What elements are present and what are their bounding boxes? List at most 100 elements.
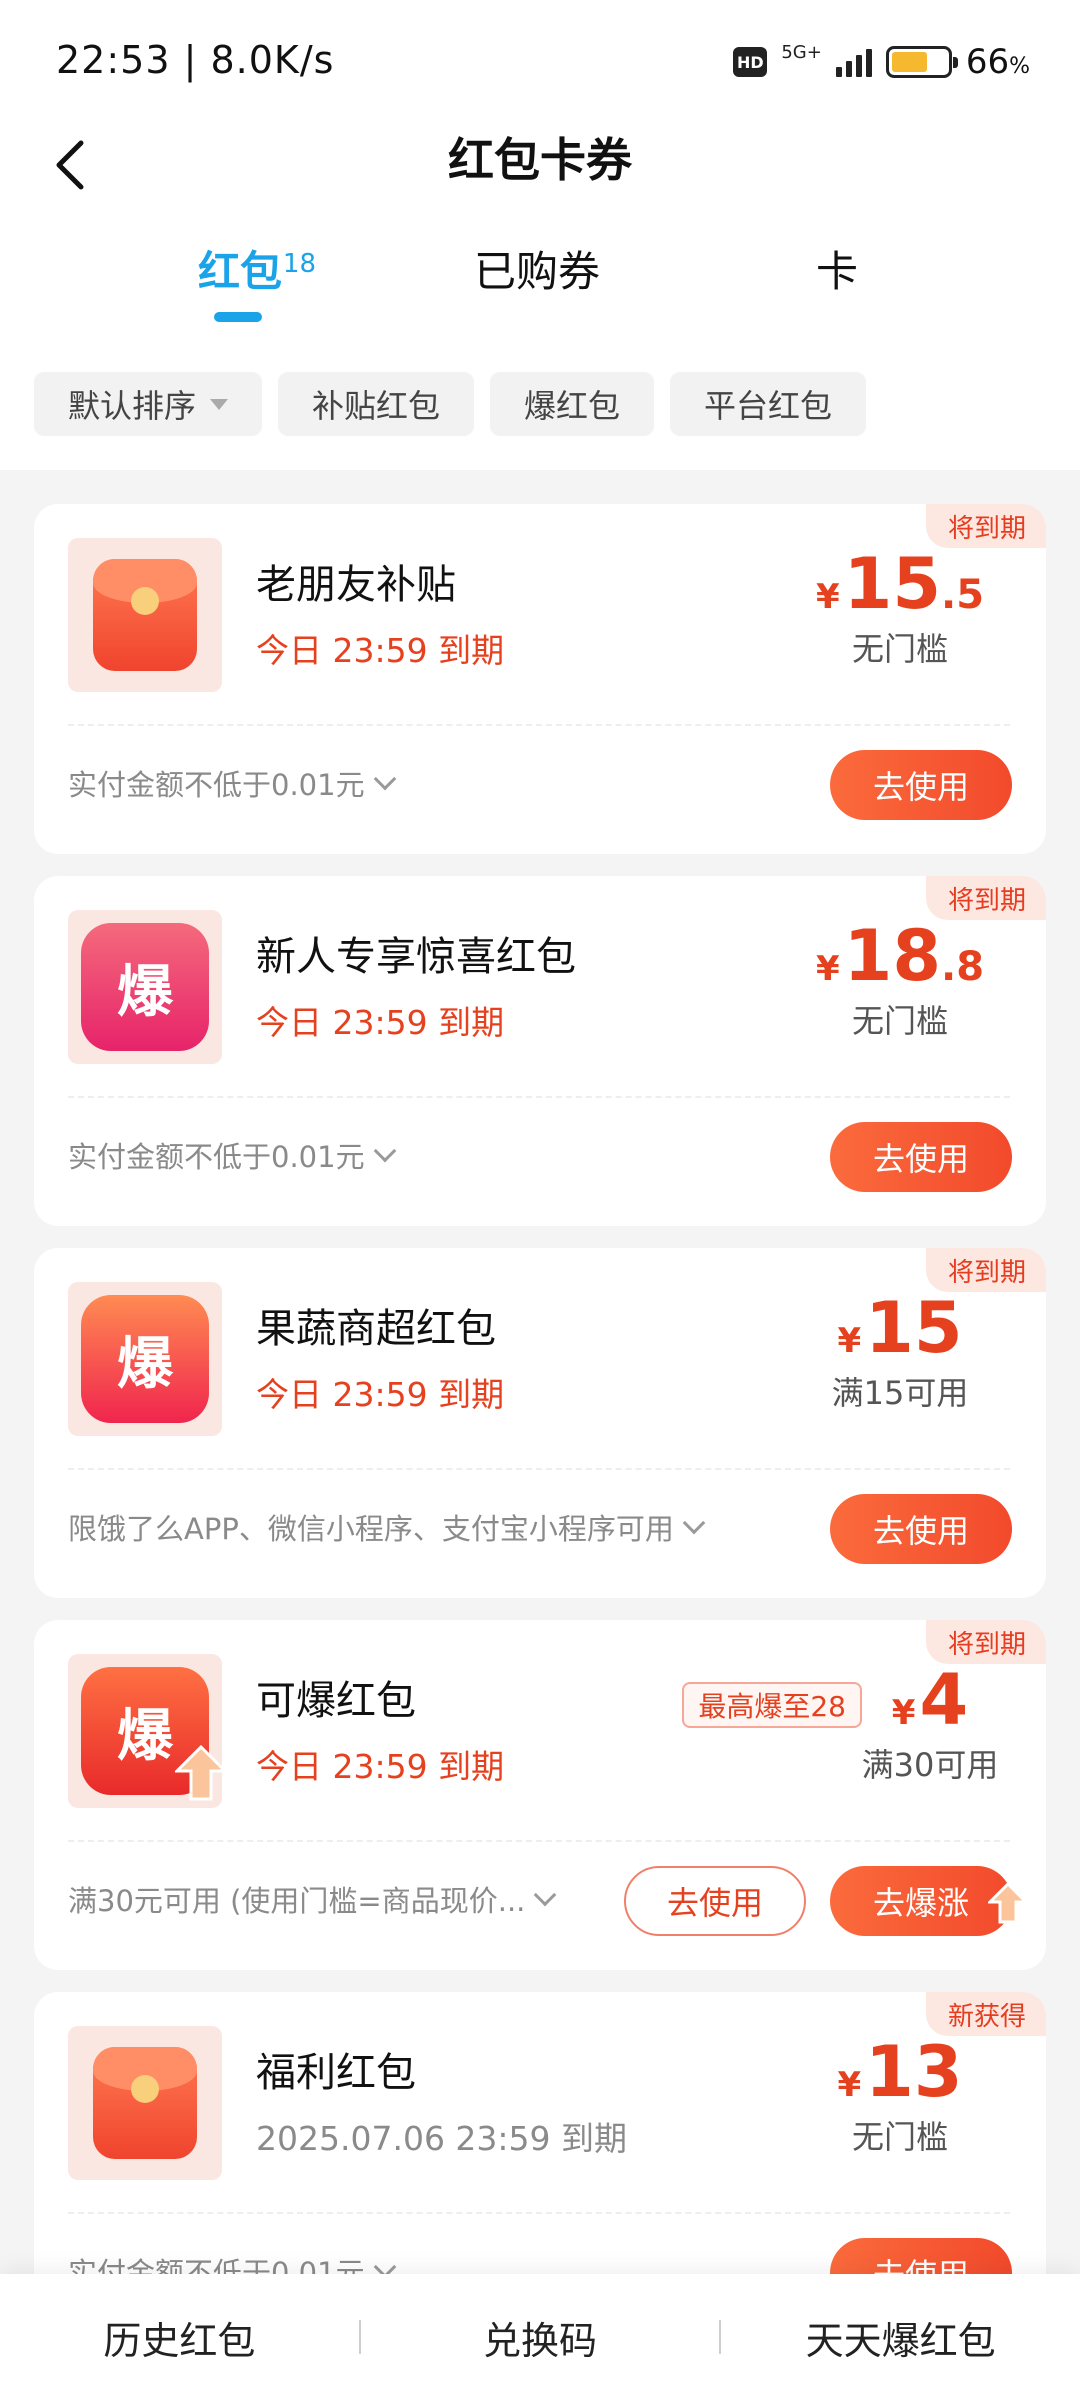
coupon-expiry: 今日 23:59 到期 xyxy=(256,631,505,670)
coupon-amount: ¥13 无门槛 xyxy=(790,2032,1010,2158)
history-coupons-button[interactable]: 历史红包 xyxy=(0,2310,359,2365)
coupon-note[interactable]: 满30元可用 (使用门槛=商品现价... xyxy=(68,1878,557,1920)
use-button[interactable]: 去使用 xyxy=(830,750,1012,820)
bao-icon: 爆 xyxy=(81,1295,209,1423)
coupon-amount: ¥4 满30可用 xyxy=(850,1660,1010,1786)
coupon-note[interactable]: 实付金额不低于0.01元 xyxy=(68,762,396,804)
card-divider xyxy=(68,1840,1010,1842)
battery-percent: 66% xyxy=(965,42,1030,82)
note-text: 实付金额不低于0.01元 xyxy=(68,768,365,802)
tab-label: 已购券 xyxy=(474,247,601,296)
filter-platform[interactable]: 平台红包 xyxy=(670,372,867,436)
coupon-card: 将到期 爆 果蔬商超红包 今日 23:59 到期 ¥15 满15可用 限饿了么A… xyxy=(34,1248,1046,1598)
chip-label: 爆红包 xyxy=(524,387,621,425)
daily-bao-button[interactable]: 天天爆红包 xyxy=(721,2310,1080,2365)
amount-integer: 13 xyxy=(865,2031,963,2113)
hd-icon: HD xyxy=(733,47,768,77)
filter-sort[interactable]: 默认排序 xyxy=(34,372,263,436)
coupon-amount: ¥15.5 无门槛 xyxy=(790,544,1010,670)
network-label: 5G+ xyxy=(781,41,822,63)
nav-bar: 红包卡券 xyxy=(0,120,1080,210)
currency-symbol: ¥ xyxy=(837,1321,862,1361)
bottom-bar: 历史红包 兑换码 天天爆红包 xyxy=(0,2274,1080,2400)
new-badge: 新获得 xyxy=(925,1992,1046,2036)
coupon-amount: ¥18.8 无门槛 xyxy=(790,916,1010,1042)
amount-integer: 15 xyxy=(843,543,942,625)
expiring-badge: 将到期 xyxy=(925,1620,1046,1664)
coupon-card: 将到期 老朋友补贴 今日 23:59 到期 ¥15.5 无门槛 实付金额不低于0… xyxy=(34,504,1046,854)
bao-boost-icon: 爆 xyxy=(81,1667,227,1801)
coupon-icon-box xyxy=(68,538,222,692)
battery-icon xyxy=(885,46,958,78)
status-bar: 22:53 | 8.0K/s HD 5G+ 66% xyxy=(0,0,1080,125)
currency-symbol: ¥ xyxy=(815,577,840,617)
redeem-code-button[interactable]: 兑换码 xyxy=(361,2310,720,2365)
up-arrow-icon xyxy=(175,1745,227,1801)
use-button[interactable]: 去使用 xyxy=(830,1122,1012,1192)
coupon-icon-box: 爆 xyxy=(68,1282,222,1436)
note-text: 限饿了么APP、微信小程序、支付宝小程序可用 xyxy=(68,1512,674,1546)
expiring-badge: 将到期 xyxy=(925,876,1046,920)
filter-bao[interactable]: 爆红包 xyxy=(490,372,655,436)
boost-label: 去爆涨 xyxy=(872,1884,969,1922)
card-divider xyxy=(68,2212,1010,2214)
top-area: 22:53 | 8.0K/s HD 5G+ 66% 红包卡券 红包 18 已购券 xyxy=(0,0,1080,470)
coupon-threshold: 满15可用 xyxy=(831,1374,969,1412)
use-button[interactable]: 去使用 xyxy=(830,1494,1012,1564)
currency-symbol: ¥ xyxy=(815,949,840,989)
boost-max-tag: 最高爆至28 xyxy=(682,1682,862,1728)
coupon-card: 将到期 爆 新人专享惊喜红包 今日 23:59 到期 ¥18.8 无门槛 实付金… xyxy=(34,876,1046,1226)
coupon-amount: ¥15 满15可用 xyxy=(790,1288,1010,1414)
chip-label: 平台红包 xyxy=(704,387,833,425)
amount-integer: 18 xyxy=(843,915,942,997)
boost-button[interactable]: 去爆涨 xyxy=(830,1866,1028,1936)
coupon-icon-box: 爆 xyxy=(68,910,222,1064)
tab-indicator xyxy=(214,312,262,322)
coupon-note[interactable]: 限饿了么APP、微信小程序、支付宝小程序可用 xyxy=(68,1506,706,1548)
coupon-name: 可爆红包 xyxy=(256,1678,416,1724)
coupon-name: 福利红包 xyxy=(256,2050,416,2096)
filter-chips: 默认排序 补贴红包 爆红包 平台红包 xyxy=(34,372,867,436)
coupon-icon-box xyxy=(68,2026,222,2180)
coupon-card: 将到期 爆 可爆红包 今日 23:59 到期 最高爆至28 ¥4 满30可用 满… xyxy=(34,1620,1046,1970)
battery-fill xyxy=(891,52,928,72)
coupon-threshold: 无门槛 xyxy=(851,630,948,668)
amount-integer: 15 xyxy=(865,1287,963,1369)
chevron-down-icon xyxy=(534,1883,557,1907)
currency-symbol: ¥ xyxy=(891,1693,916,1733)
amount-decimal: .8 xyxy=(941,944,985,990)
coupon-name: 老朋友补贴 xyxy=(256,562,456,608)
chevron-down-icon xyxy=(373,1139,396,1163)
note-text: 实付金额不低于0.01元 xyxy=(68,1140,365,1174)
coupon-threshold: 无门槛 xyxy=(851,1002,948,1040)
use-button[interactable]: 去使用 xyxy=(624,1866,806,1936)
coupon-note[interactable]: 实付金额不低于0.01元 xyxy=(68,1134,396,1176)
coupon-name: 新人专享惊喜红包 xyxy=(256,934,576,980)
tab-hongbao[interactable]: 红包 18 xyxy=(198,232,316,312)
tab-purchased-coupons[interactable]: 已购券 xyxy=(474,232,600,312)
tab-cards[interactable]: 卡 xyxy=(816,232,858,312)
currency-symbol: ¥ xyxy=(837,2065,862,2105)
coupon-expiry: 2025.07.06 23:59 到期 xyxy=(256,2119,628,2158)
amount-decimal: .5 xyxy=(941,572,985,618)
coupon-expiry: 今日 23:59 到期 xyxy=(256,1747,505,1786)
expiring-badge: 将到期 xyxy=(925,504,1046,548)
expiring-badge: 将到期 xyxy=(925,1248,1046,1292)
page-title: 红包卡券 xyxy=(448,133,632,187)
coupon-expiry: 今日 23:59 到期 xyxy=(256,1003,505,1042)
bao-icon: 爆 xyxy=(81,923,209,1051)
chevron-down-icon xyxy=(682,1511,706,1535)
red-envelope-icon xyxy=(93,559,197,671)
signal-icon xyxy=(835,47,872,77)
card-divider xyxy=(68,1468,1010,1470)
filter-subsidy[interactable]: 补贴红包 xyxy=(278,372,475,436)
caret-down-icon xyxy=(210,398,229,410)
coupon-threshold: 满30可用 xyxy=(861,1746,999,1784)
amount-integer: 4 xyxy=(919,1659,969,1741)
tab-count-badge: 18 xyxy=(282,249,317,279)
chip-label: 默认排序 xyxy=(68,387,197,425)
up-arrow-icon xyxy=(988,1882,1028,1924)
tab-bar: 红包 18 已购券 卡 xyxy=(0,232,1080,332)
tab-label: 红包 xyxy=(198,247,283,296)
chevron-down-icon xyxy=(373,767,396,791)
